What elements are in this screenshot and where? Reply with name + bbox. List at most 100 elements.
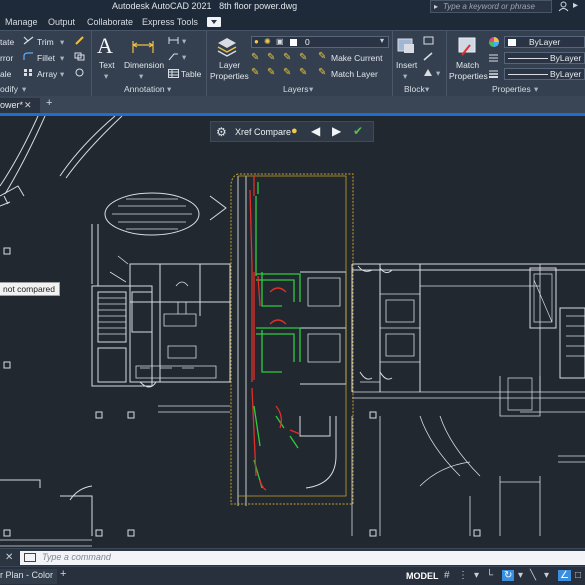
add-layout-plus-icon[interactable]: + (60, 568, 66, 580)
text-icon: A (97, 33, 113, 58)
help-search-input[interactable]: ▸ Type a keyword or phrase (430, 0, 552, 13)
dropdown-icon[interactable]: ▾ (60, 69, 64, 80)
layer-unlock-icon[interactable]: ✎ (299, 67, 307, 78)
close-icon[interactable]: ✕ (24, 100, 32, 111)
linear-dim-icon[interactable] (168, 36, 179, 45)
dropdown-icon[interactable]: ▾ (182, 36, 186, 47)
dropdown-icon[interactable]: ▾ (139, 71, 143, 82)
linetype-dropdown[interactable]: ByLayer (504, 52, 585, 64)
match-layer-button[interactable]: Match Layer (331, 69, 378, 79)
search-icon: ▸ (434, 2, 439, 11)
insert-button[interactable]: Insert (396, 60, 417, 70)
dropdown-icon[interactable]: ▾ (403, 71, 407, 82)
edit-block-icon[interactable] (423, 52, 434, 61)
dropdown-icon[interactable]: ▾ (534, 84, 538, 95)
lineweight-dropdown[interactable]: ByLayer (504, 68, 585, 80)
match-properties-label-2[interactable]: Properties (449, 71, 488, 81)
match-properties-label-1[interactable]: Match (456, 60, 479, 70)
color-wheel-icon (489, 37, 499, 47)
layers-panel-title[interactable]: Layers (283, 84, 309, 94)
rotate-button[interactable]: tate (0, 37, 14, 47)
lineweight-value: ByLayer (550, 69, 582, 79)
block-attributes-icon[interactable] (423, 68, 434, 77)
layer-thaw-icon[interactable]: ✎ (283, 67, 291, 78)
dropdown-icon[interactable]: ▾ (544, 570, 549, 581)
dropdown-icon[interactable]: ▾ (425, 84, 429, 95)
layer-dropdown[interactable]: ● ✺ ▣ 0 ▾ (251, 36, 389, 48)
checkmark-icon[interactable]: ✔ (353, 124, 363, 138)
layer-properties-label-2[interactable]: Properties (210, 71, 249, 81)
make-current-icon: ✎ (318, 51, 327, 62)
snap-icon[interactable]: ⋮ (458, 570, 468, 581)
mirror-button[interactable]: rror (0, 53, 13, 63)
dropdown-icon[interactable]: ▾ (309, 84, 313, 95)
scale-button[interactable]: ale (0, 69, 11, 79)
grid-icon[interactable]: # (444, 570, 450, 581)
chevron-right-icon[interactable]: ▸ (573, 0, 578, 11)
layer-off-icon[interactable]: ✎ (251, 52, 259, 63)
dropdown-icon[interactable]: ▾ (436, 68, 440, 79)
new-tab-plus-icon[interactable]: + (46, 97, 52, 109)
lineweight-icon (489, 70, 498, 78)
text-button[interactable]: Text (99, 60, 115, 70)
properties-panel-title[interactable]: Properties (492, 84, 531, 94)
dropdown-icon[interactable]: ▾ (518, 570, 523, 581)
lightbulb-icon: ● (254, 37, 259, 46)
tab-output[interactable]: Output (48, 17, 75, 27)
tab-collaborate[interactable]: Collaborate (87, 17, 133, 27)
tab-manage[interactable]: Manage (5, 17, 38, 27)
command-input[interactable]: Type a command (20, 551, 585, 565)
layer-properties-label-1[interactable]: Layer (219, 60, 240, 70)
lightbulb-icon[interactable]: ● (291, 125, 298, 137)
xref-compare-label: Xref Compare (235, 127, 292, 137)
trim-button[interactable]: Trim (37, 37, 54, 47)
erase-icon[interactable] (74, 36, 85, 45)
dropdown-icon[interactable]: ▾ (182, 52, 186, 63)
leader-icon[interactable] (168, 52, 179, 61)
gear-icon[interactable]: ⚙ (216, 125, 227, 139)
user-icon[interactable] (558, 1, 569, 12)
dropdown-icon[interactable]: ▾ (104, 71, 108, 82)
dropdown-icon[interactable]: ▾ (22, 84, 26, 95)
title-bar: Autodesk AutoCAD 2021 8th floor power.dw… (0, 0, 585, 14)
block-panel-title[interactable]: Block (404, 84, 425, 94)
object-snap-tracking-icon[interactable]: ∠ (558, 570, 571, 581)
tab-express-tools[interactable]: Express Tools (142, 17, 198, 27)
make-current-button[interactable]: Make Current (331, 53, 383, 63)
table-button[interactable]: Table (181, 69, 201, 79)
osnap-icon[interactable]: □ (575, 570, 581, 581)
model-space-button[interactable]: MODEL (406, 571, 439, 581)
array-button[interactable]: Array (37, 69, 57, 79)
annotation-panel-title[interactable]: Annotation (124, 84, 165, 94)
drawing-canvas[interactable]: ⚙ Xref Compare ● ◀ ▶ ✔ not compared (0, 116, 585, 548)
layout-tab[interactable]: r Plan - Color (0, 569, 58, 584)
document-tab[interactable]: ower* ✕ (0, 98, 40, 113)
next-change-arrow-icon[interactable]: ▶ (332, 124, 341, 138)
window-title: Autodesk AutoCAD 2021 8th floor power.dw… (112, 1, 298, 11)
layer-freeze-icon[interactable]: ✎ (283, 52, 291, 63)
create-block-icon[interactable] (423, 36, 434, 45)
dropdown-icon[interactable]: ▾ (474, 570, 479, 581)
command-prompt-icon[interactable] (24, 553, 36, 562)
copy-icon[interactable] (74, 52, 85, 61)
dimension-button[interactable]: Dimension (124, 60, 164, 70)
isodraft-icon[interactable]: ╲ (530, 570, 536, 581)
offset-icon[interactable] (74, 68, 85, 77)
fillet-button[interactable]: Fillet (37, 53, 55, 63)
previous-change-arrow-icon[interactable]: ◀ (311, 124, 320, 138)
modify-panel-title[interactable]: odify (0, 84, 18, 94)
ribbon-minimize-button[interactable] (207, 17, 221, 27)
dropdown-icon[interactable]: ▾ (60, 37, 64, 48)
layer-lock-icon[interactable]: ✎ (299, 52, 307, 63)
layer-unisolate-icon[interactable]: ✎ (267, 67, 275, 78)
dropdown-icon[interactable]: ▾ (60, 53, 64, 64)
polar-tracking-icon[interactable]: ↻ (502, 570, 515, 581)
command-placeholder: Type a command (42, 552, 111, 562)
layer-on-icon[interactable]: ✎ (251, 67, 259, 78)
color-dropdown[interactable]: ByLayer (504, 36, 585, 48)
layer-isolate-icon[interactable]: ✎ (267, 52, 275, 63)
ortho-icon[interactable]: └ (486, 570, 493, 581)
close-icon[interactable]: ✕ (5, 552, 13, 563)
xref-compare-toolbar: ⚙ Xref Compare ● ◀ ▶ ✔ (210, 121, 374, 142)
dropdown-icon[interactable]: ▾ (167, 84, 171, 95)
